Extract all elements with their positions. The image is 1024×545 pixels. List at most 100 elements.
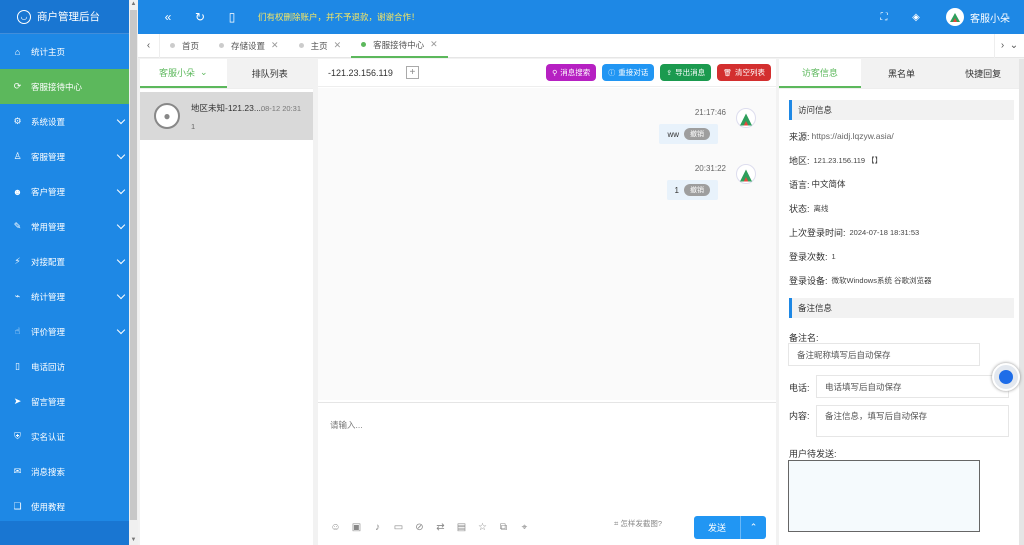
note-name-field[interactable]: 备注昵称填写后自动保存 <box>788 343 980 366</box>
message-text: 1 <box>674 185 679 195</box>
crop-icon: ⌗ <box>614 519 619 528</box>
right-panel-scrollbar[interactable] <box>1019 59 1024 545</box>
scroll-down-icon[interactable]: ▼ <box>129 536 138 545</box>
chevron-down-icon <box>116 255 126 265</box>
chat-header: -121.23.156.119 + ⚲ 消息搜索 ⓘ 重接对话 ⇪ 导出消息 🗑 清空列表 <box>318 59 776 87</box>
tabs-next-icon[interactable]: › ⌄ <box>994 33 1024 58</box>
tab-3[interactable]: 客服接待中心 ✕ <box>351 34 448 58</box>
block-icon[interactable]: ⊘ <box>412 522 427 533</box>
sidebar-item-label: 实名认证 <box>31 431 66 442</box>
sidebar-item-6[interactable]: ⚡ 对接配置 <box>0 244 138 279</box>
fullscreen-icon[interactable]: ⛶ <box>868 0 900 34</box>
content-field[interactable]: 备注信息，填写后自动保存 <box>816 405 1009 437</box>
image-icon[interactable]: ▣ <box>349 522 364 533</box>
conversation-item[interactable]: ● 地区未知-121.23.... 1 08-12 20:31 <box>140 92 313 140</box>
username[interactable]: 客服小朵 <box>970 10 1010 25</box>
sidebar-item-label: 评价管理 <box>31 326 66 337</box>
tab-dot-icon <box>298 43 304 48</box>
theme-icon[interactable]: ◈ <box>900 0 932 34</box>
sidebar-item-0[interactable]: ⌂ 统计主页 <box>0 34 138 69</box>
sidebar-item-10[interactable]: ➤ 留言管理 <box>0 384 138 419</box>
composer: 请输入... ☺ ▣ ♪ ▭ ⊘ ⇄ ▤ ☆ ⧉ ⌖ ⌗ 怎样发截图? 发送 ⌃ <box>318 402 776 545</box>
tab-agent[interactable]: 客服小朵 ⌄ <box>140 59 227 88</box>
sidebar-item-7[interactable]: ⌁ 统计管理 <box>0 279 138 314</box>
screenshot-tip[interactable]: ⌗ 怎样发截图? <box>614 518 662 529</box>
send-button[interactable]: 发送 <box>694 516 740 539</box>
sidebar-item-11[interactable]: ⛨ 实名认证 <box>0 419 138 454</box>
sidebar-item-9[interactable]: ▯ 电话回访 <box>0 349 138 384</box>
message-icon: ✉ <box>13 466 22 476</box>
notice-text: 们有权删除账户，并不予退款，谢谢合作！ <box>258 12 420 22</box>
collapse-sidebar-icon[interactable]: « <box>152 0 184 34</box>
sidebar-menu: ⌂ 统计主页 ⟳ 客服接待中心 ⚙ 系统设置 ♙ 客服管理 ☻ 客户管理 ✎ 常用管理 ⚡ 对接配置 ⌁ 统计… <box>0 34 138 524</box>
refresh-icon: ⟳ <box>13 81 22 91</box>
bubble-icon <box>999 370 1013 384</box>
close-icon[interactable]: ✕ <box>271 40 279 51</box>
sidebar-item-label: 统计管理 <box>31 291 66 302</box>
agent-avatar <box>736 108 756 128</box>
location-icon[interactable]: ⌖ <box>517 522 532 533</box>
sidebar-item-4[interactable]: ☻ 客户管理 <box>0 174 138 209</box>
folder-icon[interactable]: ▭ <box>391 522 406 533</box>
pending-message-box[interactable] <box>788 460 980 532</box>
tab-agent-label: 客服小朵 <box>158 68 195 78</box>
floating-help-button[interactable] <box>992 363 1020 391</box>
tab-0[interactable]: 首页 <box>160 34 209 58</box>
message-bubble: ww 撤销 <box>659 124 718 144</box>
document-icon[interactable]: ▤ <box>454 522 469 533</box>
user-group-icon: ☻ <box>12 186 23 197</box>
avatar[interactable] <box>946 8 964 26</box>
sidebar-item-5[interactable]: ✎ 常用管理 <box>0 209 138 244</box>
source-row: 来源: https://aidj.lqzyw.asia/ <box>789 124 1024 148</box>
region-label: 地区: <box>789 155 810 166</box>
translate-icon[interactable]: ⧉ <box>496 522 511 533</box>
right-tab-1[interactable]: 黑名单 <box>860 59 943 88</box>
scrollbar-thumb[interactable] <box>130 10 137 520</box>
microphone-icon[interactable]: ♪ <box>370 522 385 533</box>
chevron-down-icon <box>116 325 126 335</box>
star-icon[interactable]: ☆ <box>475 522 490 533</box>
phone-icon: ▯ <box>15 361 20 371</box>
sidebar-item-label: 对接配置 <box>31 256 66 267</box>
tab-queue[interactable]: 排队列表 <box>226 59 313 88</box>
sidebar-item-8[interactable]: ☝ 评价管理 <box>0 314 138 349</box>
visit-section-title: 访问信息 <box>789 100 1014 120</box>
message-input[interactable]: 请输入... <box>330 419 363 431</box>
tab-2[interactable]: 主页 ✕ <box>289 34 352 58</box>
sidebar-item-12[interactable]: ✉ 消息搜索 <box>0 454 138 489</box>
mobile-icon[interactable]: ▯ <box>216 0 248 34</box>
message-bubble: 1 撤销 <box>666 180 718 200</box>
right-tab-0[interactable]: 访客信息 <box>779 59 861 88</box>
emoji-icon[interactable]: ☺ <box>328 522 343 533</box>
recall-button[interactable]: 撤销 <box>684 128 710 140</box>
action-button-0[interactable]: ⚲ 消息搜索 <box>546 64 597 81</box>
status-value: 离线 <box>813 203 829 213</box>
tabs-prev-icon[interactable]: ‹ <box>138 33 160 58</box>
edit-icon: ✎ <box>13 221 22 231</box>
close-icon[interactable]: ✕ <box>334 40 342 51</box>
action-button-3[interactable]: 🗑 清空列表 <box>717 64 771 81</box>
scroll-up-icon[interactable]: ▲ <box>129 0 138 9</box>
sidebar-scrollbar[interactable]: ▲ ▼ <box>129 0 138 545</box>
action-button-1[interactable]: ⓘ 重接对话 <box>602 64 655 81</box>
transfer-icon[interactable]: ⇄ <box>433 522 448 533</box>
agent-avatar-icon <box>740 113 752 126</box>
refresh-icon[interactable]: ↻ <box>184 0 216 34</box>
add-icon[interactable]: + <box>405 66 419 79</box>
sidebar-item-3[interactable]: ♙ 客服管理 <box>0 139 138 174</box>
source-value: https://aidj.lqzyw.asia/ <box>811 131 894 141</box>
right-tab-2[interactable]: 快捷回复 <box>942 59 1024 88</box>
sidebar-item-1[interactable]: ⟳ 客服接待中心 <box>0 69 138 104</box>
close-icon[interactable]: ✕ <box>430 39 438 50</box>
sidebar-item-2[interactable]: ⚙ 系统设置 <box>0 104 138 139</box>
phone-field[interactable]: 电话填写后自动保存 <box>816 375 1009 398</box>
sidebar-item-13[interactable]: ❑ 使用教程 <box>0 489 138 524</box>
action-button-2[interactable]: ⇪ 导出消息 <box>660 64 712 81</box>
recall-button[interactable]: 撤销 <box>684 184 710 196</box>
conversation-time: 08-12 20:31 <box>260 104 301 113</box>
tab-label: 存储设置 <box>231 40 266 51</box>
tab-1[interactable]: 存储设置 ✕ <box>209 34 289 58</box>
send-options-icon[interactable]: ⌃ <box>740 516 766 539</box>
logo-icon: ◡ <box>17 9 31 24</box>
chat-panel: -121.23.156.119 + ⚲ 消息搜索 ⓘ 重接对话 ⇪ 导出消息 🗑 清空列表 2… <box>318 59 776 545</box>
